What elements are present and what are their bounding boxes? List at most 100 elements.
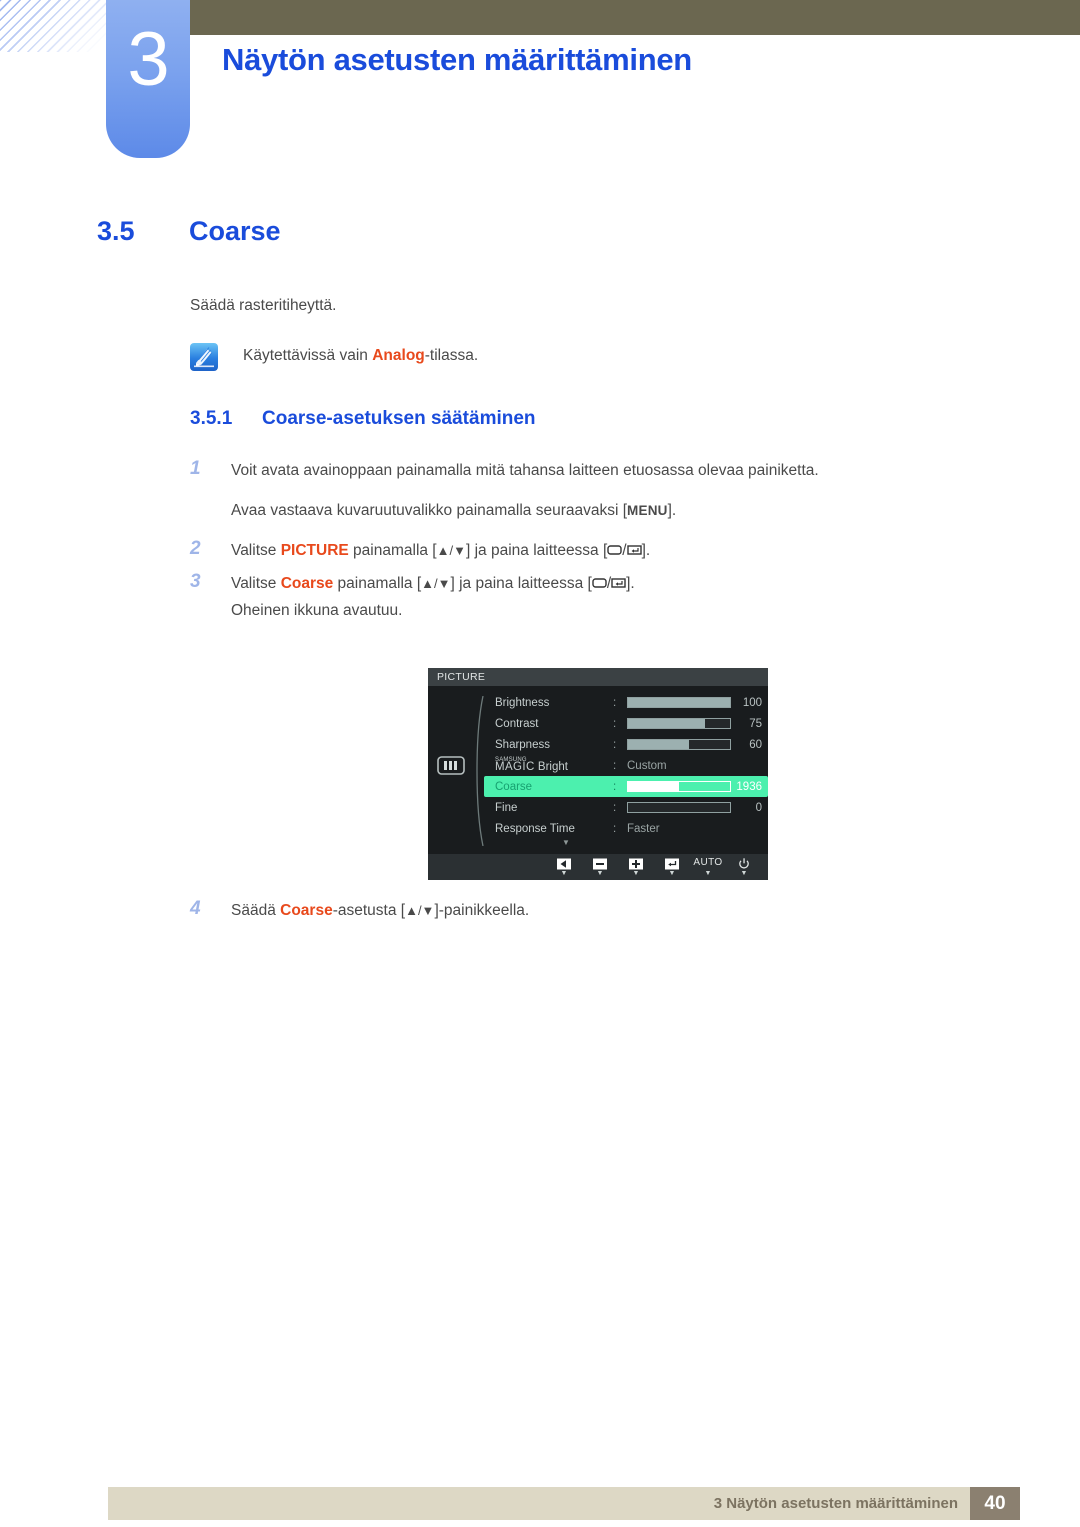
step-4-middle: -asetusta [ — [332, 902, 406, 919]
osd-scroll-down-icon[interactable]: ▼ — [484, 838, 768, 847]
step-1-cont-prefix: Avaa vastaava kuvaruutuvalikko painamall… — [231, 502, 628, 519]
menu-key-glyph: MENU — [627, 503, 668, 518]
step-4-prefix: Säädä — [231, 902, 281, 919]
steps-list: 1 Voit avata avainoppaan painamalla mitä… — [190, 458, 990, 630]
minus-icon — [582, 857, 618, 870]
osd-row-magicbright[interactable]: SAMSUNG MAGIC Bright : Custom — [484, 755, 768, 776]
osd-button-power[interactable]: ▼ — [726, 854, 762, 878]
step-3-continuation: Oheinen ikkuna avautuu. — [231, 602, 403, 619]
osd-label-contrast: Contrast — [495, 717, 539, 730]
updown-arrows-icon: ▲/▼ — [436, 543, 466, 558]
note-pencil-icon — [190, 343, 218, 371]
osd-button-plus[interactable]: ▼ — [618, 854, 654, 878]
osd-row-response-time[interactable]: Response Time : Faster — [484, 818, 768, 839]
osd-row-list: Brightness : 100 Contrast : 75 Sharpness… — [484, 692, 768, 847]
osd-bar-brightness[interactable] — [627, 697, 731, 708]
step-3-number: 3 — [190, 571, 201, 592]
osd-colon: : — [613, 801, 617, 814]
step-2-text: Valitse PICTURE painamalla [▲/▼] ja pain… — [231, 538, 990, 565]
osd-bar-contrast[interactable] — [627, 718, 731, 729]
step-4-emphasis: Coarse — [280, 902, 333, 919]
osd-label-coarse: Coarse — [495, 780, 533, 793]
enter-button-icon — [626, 539, 642, 565]
note-text-before: Käytettävissä vain — [243, 347, 373, 364]
updown-arrows-icon: ▲/▼ — [405, 903, 435, 918]
osd-button-power-sub: ▼ — [740, 870, 748, 877]
step-1-number: 1 — [190, 458, 201, 479]
back-arrow-icon — [546, 857, 582, 870]
osd-label-magicbright: SAMSUNG MAGIC Bright — [495, 757, 613, 774]
osd-value-response-time: Faster — [627, 822, 660, 835]
osd-row-brightness[interactable]: Brightness : 100 — [484, 692, 768, 713]
osd-colon: : — [613, 738, 617, 751]
osd-row-fine[interactable]: Fine : 0 — [484, 797, 768, 818]
osd-value-fine: 0 — [755, 801, 762, 814]
page-header: 3 Näytön asetusten määrittäminen — [0, 0, 1080, 170]
osd-colon: : — [613, 780, 617, 793]
section-heading: 3.5 Coarse — [97, 216, 281, 247]
osd-body: Brightness : 100 Contrast : 75 Sharpness… — [428, 686, 768, 854]
section-number: 3.5 — [97, 216, 135, 246]
note-text: Käytettävissä vain Analog-tilassa. — [243, 342, 478, 370]
osd-bar-fine[interactable] — [627, 802, 731, 813]
step-2-tail3: ]. — [641, 542, 651, 559]
osd-title: PICTURE — [428, 668, 768, 686]
osd-button-back[interactable]: ▼ — [546, 854, 582, 878]
osd-row-contrast[interactable]: Contrast : 75 — [484, 713, 768, 734]
osd-bar-coarse[interactable] — [627, 781, 731, 792]
subsection-number: 3.5.1 — [190, 408, 233, 429]
header-olive-bar — [190, 0, 1080, 35]
power-icon — [726, 857, 762, 869]
step-3-emphasis: Coarse — [280, 575, 334, 592]
step-3-prefix: Valitse — [231, 575, 281, 592]
section-intro-text: Säädä rasteritiheyttä. — [190, 297, 337, 314]
step-3-text: Valitse Coarse painamalla [▲/▼] ja paina… — [231, 571, 990, 598]
osd-bar-sharpness[interactable] — [627, 739, 731, 750]
chapter-tab: 3 — [106, 0, 190, 158]
step-2-prefix: Valitse — [231, 542, 281, 559]
osd-button-auto-sub: ▼ — [704, 870, 712, 877]
osd-button-minus[interactable]: ▼ — [582, 854, 618, 878]
osd-value-contrast: 75 — [749, 717, 762, 730]
step-3-tail3: ]. — [626, 575, 635, 592]
step-4-number: 4 — [190, 898, 201, 919]
picture-bars-icon — [437, 756, 465, 775]
decorative-stripes — [0, 0, 108, 52]
osd-row-sharpness[interactable]: Sharpness : 60 — [484, 734, 768, 755]
step-3-middle: painamalla [ — [333, 575, 422, 592]
chapter-number: 3 — [127, 17, 169, 102]
osd-row-coarse[interactable]: Coarse : 1936 — [484, 776, 768, 797]
osd-button-enter[interactable]: ▼ — [654, 854, 690, 878]
updown-arrows-icon: ▲/▼ — [421, 576, 451, 591]
osd-label-fine: Fine — [495, 801, 518, 814]
osd-colon: : — [613, 717, 617, 730]
plus-icon — [618, 857, 654, 870]
enter-icon — [654, 857, 690, 870]
osd-button-plus-sub: ▼ — [632, 870, 640, 877]
step-2-number: 2 — [190, 538, 201, 559]
osd-colon: : — [613, 822, 617, 835]
step-4-text: Säädä Coarse-asetusta [▲/▼]-painikkeella… — [231, 898, 990, 924]
osd-button-minus-sub: ▼ — [596, 870, 604, 877]
osd-picture-menu: PICTURE Brightness : 100 Contrast: 75 S… — [428, 668, 768, 880]
subsection-heading: 3.5.1 Coarse-asetuksen säätäminen — [190, 408, 536, 430]
step-1: 1 Voit avata avainoppaan painamalla mitä… — [190, 458, 990, 524]
step-1-text: Voit avata avainoppaan painamalla mitä t… — [231, 462, 819, 479]
osd-label-brightness: Brightness — [495, 696, 550, 709]
osd-value-brightness: 100 — [742, 696, 762, 709]
step-3: 3 Valitse Coarse painamalla [▲/▼] ja pai… — [190, 571, 990, 624]
source-button-icon — [592, 572, 607, 598]
auto-label: AUTO — [693, 857, 723, 868]
osd-value-sharpness: 60 — [749, 738, 762, 751]
step-3-tail: ] ja paina laitteessa [ — [450, 575, 592, 592]
osd-button-auto[interactable]: AUTO ▼ — [690, 854, 726, 878]
osd-label-sharpness: Sharpness — [495, 738, 550, 751]
footer-chapter-text: 3 Näytön asetusten määrittäminen — [713, 1495, 958, 1512]
osd-colon: : — [613, 696, 617, 709]
footer-page-number: 40 — [970, 1487, 1020, 1520]
osd-value-magicbright: Custom — [627, 759, 667, 772]
subsection-title: Coarse-asetuksen säätäminen — [262, 408, 536, 429]
step-2: 2 Valitse PICTURE painamalla [▲/▼] ja pa… — [190, 538, 990, 565]
step-4: 4 Säädä Coarse-asetusta [▲/▼]-painikkeel… — [190, 898, 990, 925]
enter-button-icon — [611, 572, 626, 598]
